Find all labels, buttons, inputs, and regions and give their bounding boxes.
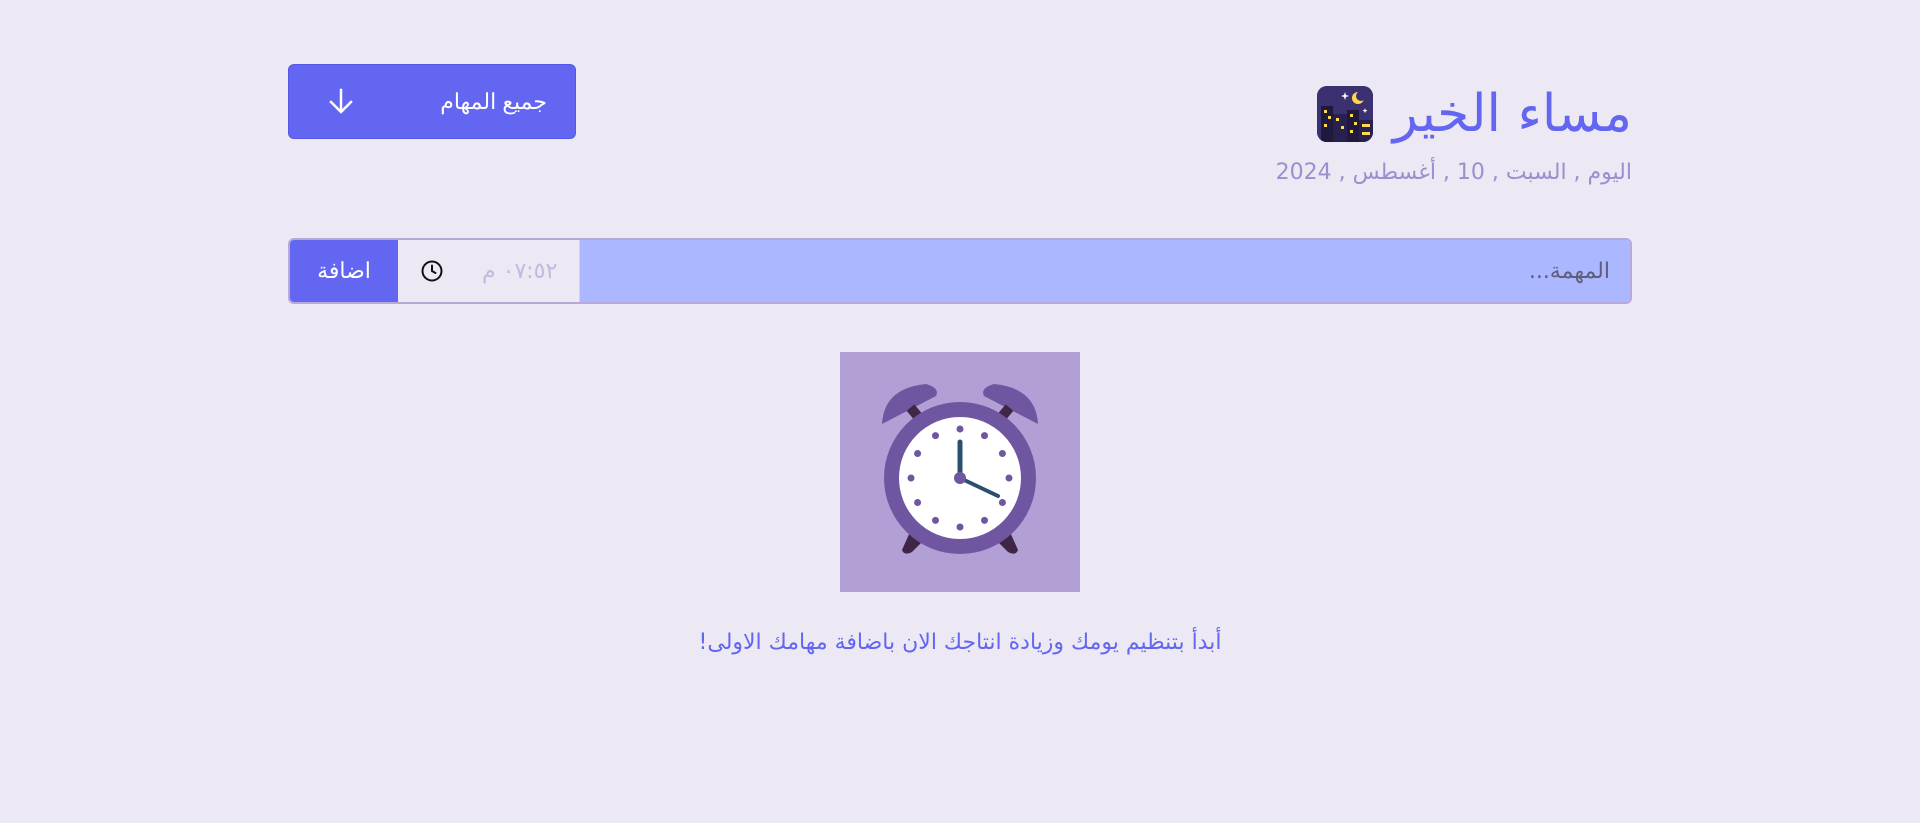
empty-state-message: أبدأ بتنظيم يومك وزيادة انتاجك الان باضا… [698, 630, 1222, 655]
filter-label: جميع المهام [440, 88, 547, 114]
task-input[interactable] [580, 240, 1630, 302]
date-line: اليوم , السبت , 10 , أغسطس , 2024 [1275, 160, 1632, 185]
alarm-clock-icon [840, 352, 1080, 592]
add-task-button[interactable]: اضافة [290, 240, 398, 302]
app-container: جميع المهام مساء الخير اليوم , السبت , 1… [288, 0, 1632, 823]
filter-dropdown-button[interactable]: جميع المهام [288, 64, 576, 139]
time-value: ٠٧:٥٢ م [482, 258, 558, 284]
add-task-form: اضافة ٠٧:٥٢ م [288, 238, 1632, 304]
greeting: مساء الخير [1316, 84, 1632, 144]
time-picker[interactable]: ٠٧:٥٢ م [398, 240, 580, 302]
greeting-title: مساء الخير [1392, 84, 1632, 144]
night-city-icon [1316, 86, 1373, 142]
header: جميع المهام مساء الخير اليوم , السبت , 1… [288, 0, 1632, 200]
arrow-down-icon [325, 86, 357, 118]
clock-icon[interactable] [420, 259, 444, 283]
